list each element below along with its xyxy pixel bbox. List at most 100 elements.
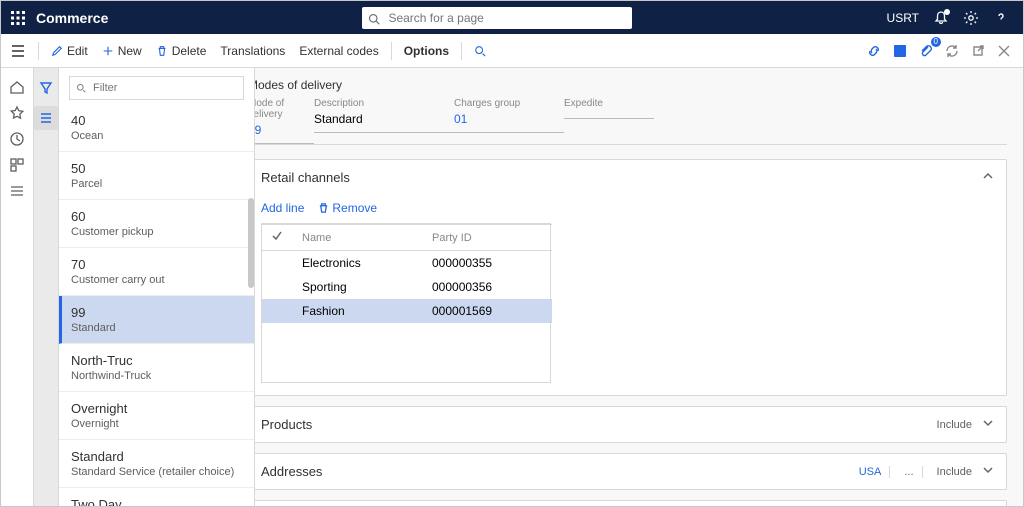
list-item-sub: Parcel [71, 178, 242, 190]
addresses-region[interactable]: USA [859, 466, 882, 478]
table-row[interactable]: Sporting000000356 [262, 275, 552, 299]
page-title: Modes of delivery [248, 78, 1007, 92]
filter-tab[interactable] [34, 76, 58, 100]
new-button[interactable]: New [96, 40, 148, 62]
list-item-title: Overnight [71, 401, 242, 416]
list-item-sub: Northwind-Truck [71, 370, 242, 382]
list-item-title: Two Day [71, 497, 242, 506]
charges-label: Charges group [454, 98, 564, 109]
list-item-sub: Customer pickup [71, 226, 242, 238]
list-item[interactable]: 99 Standard [59, 296, 254, 344]
col-party[interactable]: Party ID [422, 225, 552, 251]
options-button[interactable]: Options [398, 40, 455, 62]
list-item[interactable]: 50 Parcel [59, 152, 254, 200]
table-row[interactable]: Electronics000000355 [262, 251, 552, 276]
mode-value[interactable]: 99 [248, 120, 314, 143]
list-item-title: North-Truc [71, 353, 242, 368]
list-item-title: 99 [71, 305, 242, 320]
retail-channels-title: Retail channels [261, 170, 350, 185]
list-item-title: 70 [71, 257, 242, 272]
edit-button[interactable]: Edit [45, 40, 94, 62]
foreign-trade-header[interactable]: Foreign trade [249, 501, 1006, 506]
help-icon[interactable] [993, 10, 1009, 26]
list-mode-tabs [34, 68, 59, 506]
translations-button[interactable]: Translations [214, 40, 291, 62]
left-rail [1, 68, 34, 506]
desc-label: Description [314, 98, 454, 109]
list-item-sub: Ocean [71, 130, 242, 142]
addresses-include: Include [937, 466, 972, 478]
list-item-title: 40 [71, 113, 242, 128]
products-header[interactable]: Products Include [249, 407, 1006, 442]
desc-value[interactable]: Standard [314, 109, 454, 132]
retail-channels-header[interactable]: Retail channels [249, 160, 1006, 195]
workspace-icon[interactable] [8, 156, 26, 174]
list-item-sub: Customer carry out [71, 274, 242, 286]
nav-toggle[interactable] [1, 45, 34, 57]
list-item-sub: Standard Service (retailer choice) [71, 466, 242, 478]
bell-icon[interactable] [933, 10, 949, 26]
list-filter-box[interactable] [69, 76, 244, 100]
addresses-ellipsis: ... [904, 466, 913, 478]
search-input[interactable] [386, 10, 626, 26]
retail-channels-grid: Name Party ID Electronics000000355Sporti… [262, 224, 552, 323]
refresh-icon[interactable] [943, 42, 961, 60]
attach-icon[interactable]: 0 [917, 42, 935, 60]
office-icon[interactable] [891, 42, 909, 60]
list-filter-input[interactable] [91, 81, 237, 95]
list-tab[interactable] [34, 106, 58, 130]
charges-value[interactable]: 01 [454, 109, 564, 132]
list-item[interactable]: Two Day [59, 488, 254, 506]
list-item-title: 50 [71, 161, 242, 176]
close-icon[interactable] [995, 42, 1013, 60]
products-include: Include [937, 419, 972, 431]
cmd-search-icon[interactable] [468, 41, 492, 61]
delete-label: Delete [172, 44, 207, 58]
remove-button[interactable]: Remove [318, 201, 377, 215]
list-item[interactable]: 70 Customer carry out [59, 248, 254, 296]
table-row[interactable]: Fashion000001569 [262, 299, 552, 323]
search-icon [368, 12, 380, 24]
list-item[interactable]: Overnight Overnight [59, 392, 254, 440]
cell-name: Electronics [292, 251, 422, 276]
chevron-up-icon [982, 170, 994, 185]
list-item-title: 60 [71, 209, 242, 224]
home-icon[interactable] [8, 78, 26, 96]
cell-name: Sporting [292, 275, 422, 299]
user-label[interactable]: USRT [887, 11, 919, 25]
check-all[interactable] [262, 225, 292, 251]
cell-party: 000000356 [422, 275, 552, 299]
list-item[interactable]: 60 Customer pickup [59, 200, 254, 248]
mode-list: 40 Ocean 50 Parcel 60 Customer pickup 70 Custom… [59, 104, 254, 506]
list-item-sub: Standard [71, 322, 242, 334]
star-icon[interactable] [8, 104, 26, 122]
brand-title: Commerce [36, 10, 108, 26]
delete-button[interactable]: Delete [150, 40, 213, 62]
list-item[interactable]: StandardStandard Service (retailer choic… [59, 440, 254, 488]
products-title: Products [261, 417, 312, 432]
addresses-header[interactable]: Addresses USA ... Include [249, 454, 1006, 489]
recent-icon[interactable] [8, 130, 26, 148]
list-item[interactable]: 40 Ocean [59, 104, 254, 152]
scrollbar-thumb[interactable] [248, 198, 254, 288]
list-item[interactable]: North-Truc Northwind-Truck [59, 344, 254, 392]
app-launcher[interactable] [1, 11, 34, 25]
add-line-button[interactable]: Add line [261, 201, 304, 215]
chevron-down-icon [982, 464, 994, 479]
edit-label: Edit [67, 44, 88, 58]
modules-icon[interactable] [8, 182, 26, 200]
cell-party: 000001569 [422, 299, 552, 323]
col-name[interactable]: Name [292, 225, 422, 251]
addresses-title: Addresses [261, 464, 322, 479]
link-icon[interactable] [865, 42, 883, 60]
list-item-sub: Overnight [71, 418, 242, 430]
expedite-label: Expedite [564, 98, 654, 109]
global-search[interactable] [362, 7, 632, 29]
popout-icon[interactable] [969, 42, 987, 60]
mode-label: Mode of delivery [248, 98, 314, 120]
cell-name: Fashion [292, 299, 422, 323]
external-codes-button[interactable]: External codes [293, 40, 384, 62]
gear-icon[interactable] [963, 10, 979, 26]
expedite-value[interactable] [564, 109, 654, 118]
remove-label: Remove [332, 201, 377, 215]
